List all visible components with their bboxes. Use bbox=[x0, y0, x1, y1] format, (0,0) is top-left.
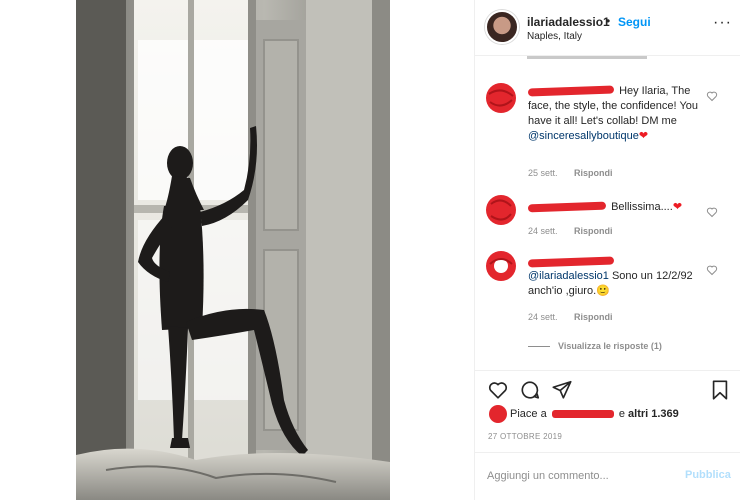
post-location[interactable]: Naples, Italy bbox=[527, 31, 582, 42]
comments-list[interactable]: Hey Ilaria, The face, the style, the con… bbox=[475, 56, 740, 368]
reply-button[interactable]: Rispondi bbox=[574, 226, 613, 236]
comment-meta: 24 sett. Rispondi bbox=[528, 312, 627, 322]
post-actions-bar bbox=[475, 370, 740, 402]
view-replies-label: Visualizza le risposte (1) bbox=[558, 341, 662, 351]
comment-like-heart-icon[interactable] bbox=[706, 206, 718, 218]
likes-prefix: Piace a bbox=[510, 408, 547, 420]
post-side-panel: ilariadalessio1 • Segui Naples, Italy ··… bbox=[474, 0, 740, 500]
share-icon[interactable] bbox=[551, 379, 573, 401]
reply-button[interactable]: Rispondi bbox=[574, 168, 613, 178]
heart-icon[interactable] bbox=[487, 379, 509, 401]
comment-time[interactable]: 24 sett. bbox=[528, 312, 558, 322]
liker-name-redacted bbox=[551, 410, 614, 419]
comment-time[interactable]: 25 sett. bbox=[528, 168, 558, 178]
comment-text: Hey Ilaria, The face, the style, the con… bbox=[527, 84, 708, 144]
bookmark-icon[interactable] bbox=[709, 379, 731, 401]
liker-avatar[interactable] bbox=[489, 405, 507, 423]
more-icon[interactable]: ··· bbox=[713, 15, 733, 34]
header-separator: • bbox=[606, 14, 611, 28]
comment-mention[interactable]: @sinceresallyboutique bbox=[528, 130, 639, 142]
heart-emoji: ❤ bbox=[672, 201, 683, 213]
comment-mention[interactable]: @ilariadalessio1 bbox=[528, 270, 609, 282]
likes-others-count[interactable]: altri 1.369 bbox=[628, 408, 679, 420]
author-avatar[interactable] bbox=[485, 10, 519, 44]
comment-time[interactable]: 24 sett. bbox=[528, 226, 558, 236]
post-photo[interactable] bbox=[76, 0, 390, 500]
photo-illustration bbox=[76, 0, 390, 500]
comment-icon[interactable] bbox=[519, 379, 541, 401]
comment-text: Bellissima....❤ bbox=[527, 200, 708, 215]
commenter-avatar[interactable] bbox=[485, 194, 517, 226]
reply-button[interactable]: Rispondi bbox=[574, 312, 613, 322]
view-replies-line bbox=[528, 346, 550, 348]
post-date[interactable]: 27 OTTOBRE 2019 bbox=[488, 432, 562, 441]
publish-button[interactable]: Pubblica bbox=[685, 469, 731, 481]
commenter-name-redacted bbox=[527, 201, 607, 213]
comment-input[interactable] bbox=[487, 467, 677, 485]
post-header: ilariadalessio1 • Segui Naples, Italy ··… bbox=[475, 0, 740, 56]
commenter-name-redacted bbox=[527, 256, 615, 268]
comment-like-heart-icon[interactable] bbox=[706, 90, 718, 102]
comment-meta: 25 sett. Rispondi bbox=[528, 168, 627, 178]
author-username[interactable]: ilariadalessio1 bbox=[527, 15, 610, 29]
follow-button[interactable]: Segui bbox=[618, 15, 651, 29]
commenter-name-redacted bbox=[527, 85, 615, 97]
likes-text[interactable]: Piace a e altri 1.369 bbox=[510, 408, 679, 420]
photo-pane bbox=[0, 0, 474, 500]
commenter-avatar[interactable] bbox=[485, 82, 517, 114]
smile-emoji: 🙂 bbox=[596, 285, 610, 297]
heart-emoji: ❤ bbox=[638, 130, 649, 142]
comment-meta: 24 sett. Rispondi bbox=[528, 226, 627, 236]
commenter-avatar[interactable] bbox=[485, 250, 517, 282]
view-replies-button[interactable]: Visualizza le risposte (1) bbox=[528, 341, 662, 351]
likes-conjunction: e bbox=[618, 408, 625, 420]
add-comment-bar: Pubblica bbox=[475, 452, 740, 500]
comment-body: Bellissima.... bbox=[611, 201, 673, 213]
cut-off-comment-meta bbox=[527, 56, 647, 64]
likes-summary: Piace a e altri 1.369 bbox=[485, 404, 740, 428]
comment-text: @ilariadalessio1 Sono un 12/2/92 anch'io… bbox=[527, 256, 708, 299]
comment-like-heart-icon[interactable] bbox=[706, 264, 718, 276]
